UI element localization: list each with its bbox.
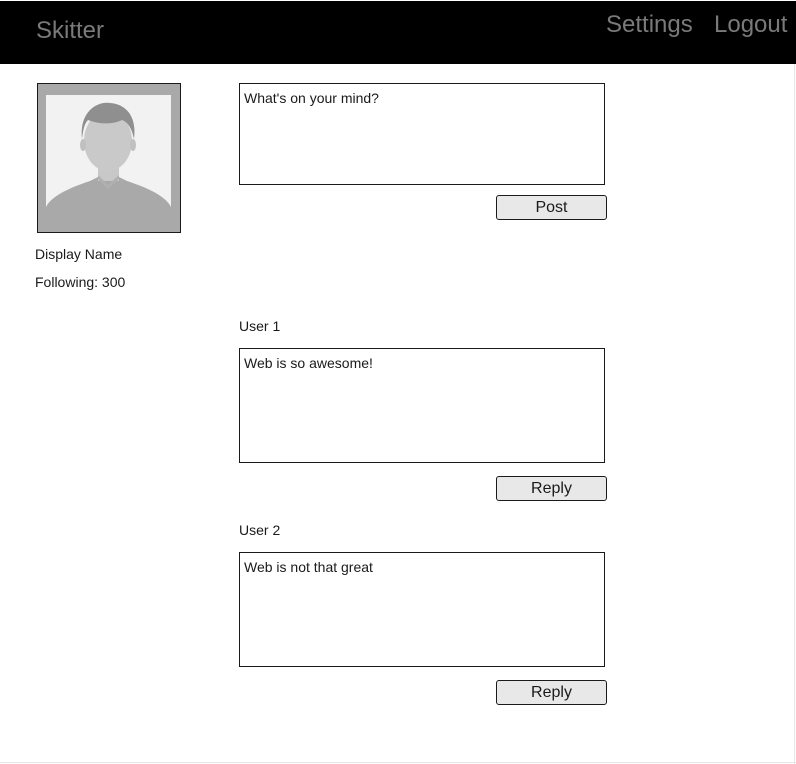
display-name: Display Name [35, 246, 123, 262]
top-navbar: Skitter Settings Logout [0, 1, 796, 64]
post-content: Web is not that great [239, 552, 605, 667]
page-right-border [794, 64, 795, 764]
page-bottom-border [0, 762, 796, 763]
reply-button[interactable]: Reply [496, 680, 607, 705]
post-username: User 2 [239, 522, 281, 538]
logout-link[interactable]: Logout [714, 13, 787, 37]
post-button[interactable]: Post [496, 195, 607, 220]
brand-logo[interactable]: Skitter [36, 19, 104, 43]
following-count: Following: 300 [35, 274, 126, 290]
profile-avatar [37, 83, 181, 233]
settings-link[interactable]: Settings [606, 13, 693, 37]
post-content: Web is so awesome! [239, 348, 605, 463]
compose-input[interactable]: What's on your mind? [239, 83, 605, 185]
user-silhouette-icon [46, 95, 171, 220]
reply-button[interactable]: Reply [496, 476, 607, 501]
post-username: User 1 [239, 318, 281, 334]
